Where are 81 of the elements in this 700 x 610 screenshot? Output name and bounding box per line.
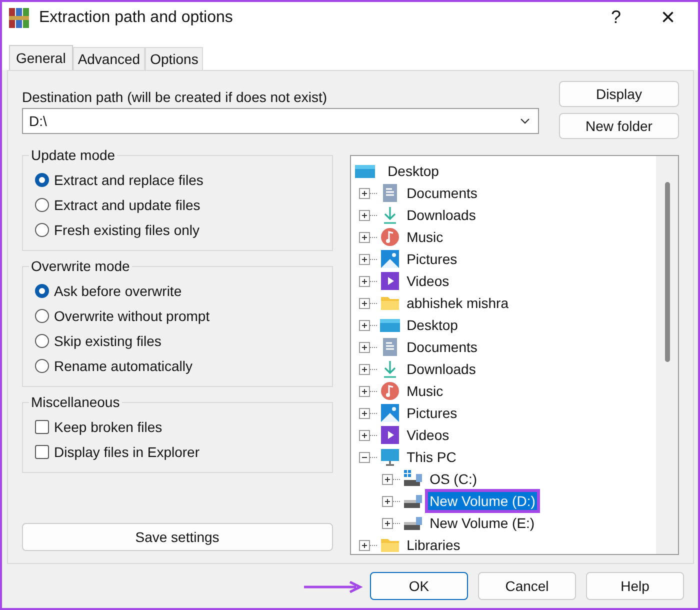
expander-icon[interactable] [358,342,370,353]
tree-item[interactable]: Pictures [404,404,460,422]
tree-item[interactable]: Documents [404,184,480,202]
group-title: Overwrite mode [29,258,132,274]
expander-icon[interactable] [358,540,370,551]
radio-button[interactable] [35,222,49,237]
option-label: Overwrite without prompt [54,308,210,324]
music-icon [380,227,400,248]
radio-button[interactable] [35,198,49,212]
expander-icon[interactable] [358,232,370,243]
music-icon [380,381,400,402]
expander-icon[interactable] [358,298,370,309]
monitor-icon [380,447,400,468]
tree-item[interactable]: OS (C:) [428,470,480,488]
picture-icon [380,249,400,270]
video-icon [380,425,400,446]
tab[interactable]: Options [145,47,204,70]
option-label: Extract and update files [54,196,200,213]
radio-button[interactable] [35,284,49,298]
destination-label: Destination path (will be created if does not exist) [22,89,328,106]
side-button[interactable]: New folder [559,113,679,140]
expander-icon[interactable] [358,408,370,419]
checkbox[interactable] [35,444,49,459]
expander-icon[interactable] [382,474,393,485]
expander-icon[interactable] [358,452,370,463]
expander-icon[interactable] [382,518,393,529]
option-label: Skip existing files [54,332,162,349]
tree-item[interactable]: Pictures [404,250,460,268]
save-settings-button[interactable]: Save settings [22,523,333,552]
scrollbar-thumb[interactable] [664,182,670,362]
option-label: Rename automatically [54,358,193,374]
window-title: Extraction path and options [39,8,234,27]
app-icon [8,6,30,29]
expander-icon[interactable] [358,188,370,199]
group-title: Miscellaneous [29,394,122,410]
expander-icon[interactable] [358,386,370,397]
tree-item[interactable]: Videos [404,426,452,444]
tree-item[interactable]: New Volume (E:) [428,514,537,532]
dialog-button[interactable]: Cancel [478,572,576,600]
radio-button[interactable] [35,358,49,373]
tree-item[interactable]: Desktop [404,316,460,334]
tree-item[interactable]: Libraries [404,536,462,554]
group-title: Update mode [29,147,118,164]
tree-item[interactable]: Downloads [404,206,478,224]
radio-button[interactable] [35,172,49,187]
radio-button[interactable] [35,308,49,323]
checkbox[interactable] [35,420,49,434]
video-icon [380,271,400,292]
desktop-icon [354,162,375,180]
expander-icon[interactable] [382,496,393,507]
tab[interactable]: General [9,45,73,70]
tree-item[interactable]: Music [404,228,446,246]
tree-item[interactable]: Music [404,382,446,400]
expander-icon[interactable] [358,320,370,331]
close-button[interactable]: × [642,4,694,32]
tree-item[interactable]: Desktop [386,162,441,180]
dialog-button[interactable]: Help [586,572,684,600]
expander-icon[interactable] [358,210,370,221]
tree-item[interactable]: New Volume (D:) [428,492,538,510]
destination-combo[interactable]: D:\ [22,108,539,134]
expander-icon[interactable] [358,430,370,441]
option-label: Extract and replace files [54,172,204,188]
radio-button[interactable] [35,334,49,348]
expander-icon[interactable] [358,364,370,375]
picture-icon [380,403,400,424]
expander-icon[interactable] [358,254,370,265]
expander-icon[interactable] [358,276,370,287]
option-label: Display files in Explorer [54,444,200,460]
option-label: Keep broken files [54,418,162,435]
side-button[interactable]: Display [559,81,679,108]
tree-item[interactable]: Downloads [404,360,478,378]
tree-item[interactable]: Videos [404,272,452,290]
dialog-button[interactable]: OK [370,572,468,600]
tree-item[interactable]: abhishek mishra [404,294,510,312]
option-label: Fresh existing files only [54,222,200,238]
help-button[interactable]: ? [590,7,642,28]
tree-item[interactable]: Documents [404,338,480,356]
tab[interactable]: Advanced [72,47,146,70]
tree-item[interactable]: This PC [404,448,458,466]
option-label: Ask before overwrite [54,282,182,299]
chevron-icon [520,118,530,124]
